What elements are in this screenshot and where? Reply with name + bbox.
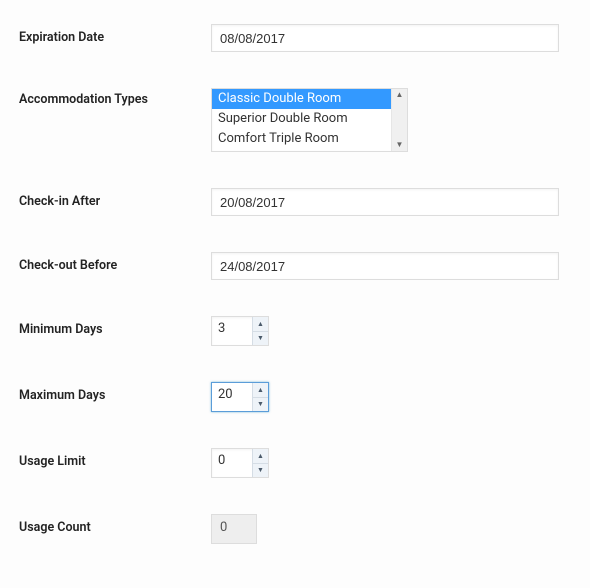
row-checkin-after: Check-in After — [19, 176, 571, 228]
label-maximum-days: Maximum Days — [19, 382, 211, 403]
minimum-days-input[interactable]: 3 ▲ ▼ — [211, 316, 269, 346]
scroll-down-icon: ▼ — [396, 139, 404, 151]
accommodation-types-items: Classic Double Room Superior Double Room… — [212, 89, 391, 151]
row-accommodation-types: Accommodation Types Classic Double Room … — [19, 76, 571, 164]
row-checkout-before: Check-out Before — [19, 240, 571, 292]
checkout-before-input[interactable] — [211, 252, 559, 280]
accommodation-option[interactable]: Classic Double Room — [212, 89, 391, 109]
accommodation-option[interactable]: Comfort Triple Room — [212, 129, 391, 149]
spinner-up-icon[interactable]: ▲ — [253, 383, 268, 397]
row-maximum-days: Maximum Days 20 ▲ ▼ — [19, 370, 571, 424]
label-checkout-before: Check-out Before — [19, 252, 211, 273]
label-minimum-days: Minimum Days — [19, 316, 211, 337]
spinner-up-icon[interactable]: ▲ — [253, 317, 268, 331]
spinner-down-icon[interactable]: ▼ — [253, 463, 268, 478]
row-expiration-date: Expiration Date — [19, 12, 571, 64]
checkin-after-input[interactable] — [211, 188, 559, 216]
spinner-down-icon[interactable]: ▼ — [253, 331, 268, 346]
usage-count-display: 0 — [211, 514, 257, 544]
row-minimum-days: Minimum Days 3 ▲ ▼ — [19, 304, 571, 358]
usage-limit-input[interactable]: 0 ▲ ▼ — [211, 448, 269, 478]
spinner-up-icon[interactable]: ▲ — [253, 449, 268, 463]
listbox-scrollbar[interactable]: ▲ ▼ — [391, 89, 407, 151]
settings-form: Expiration Date Accommodation Types Clas… — [0, 0, 590, 588]
maximum-days-value: 20 — [212, 383, 252, 411]
minimum-days-value: 3 — [212, 317, 252, 345]
expiration-date-input[interactable] — [211, 24, 559, 52]
spinner-down-icon[interactable]: ▼ — [253, 397, 268, 412]
row-usage-limit: Usage Limit 0 ▲ ▼ — [19, 436, 571, 490]
label-usage-limit: Usage Limit — [19, 448, 211, 469]
label-usage-count: Usage Count — [19, 514, 211, 535]
label-expiration-date: Expiration Date — [19, 24, 211, 45]
maximum-days-input[interactable]: 20 ▲ ▼ — [211, 382, 269, 412]
accommodation-option[interactable]: Superior Double Room — [212, 109, 391, 129]
label-accommodation-types: Accommodation Types — [19, 88, 211, 107]
label-checkin-after: Check-in After — [19, 188, 211, 209]
row-usage-count: Usage Count 0 — [19, 502, 571, 556]
scroll-up-icon: ▲ — [396, 89, 404, 101]
usage-limit-value: 0 — [212, 449, 252, 477]
accommodation-types-listbox[interactable]: Classic Double Room Superior Double Room… — [211, 88, 408, 152]
